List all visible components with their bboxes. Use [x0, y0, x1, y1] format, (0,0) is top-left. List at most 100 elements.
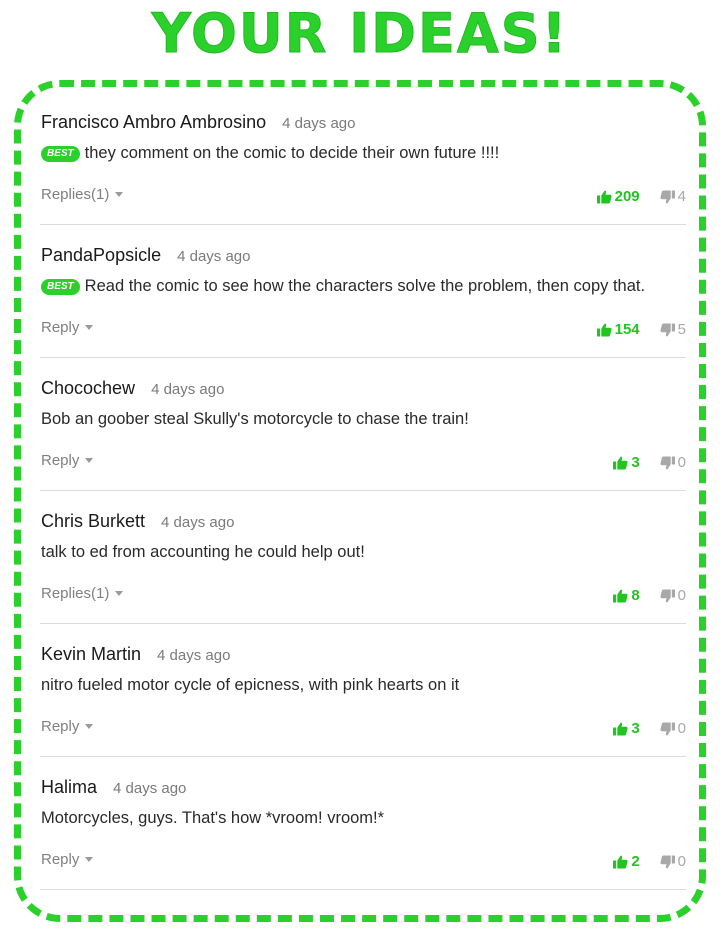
comment-text: they comment on the comic to decide thei…	[84, 144, 500, 162]
upvote-count: 209	[614, 188, 640, 205]
comment-item: PandaPopsicle 4 days ago BEST Read the c…	[40, 225, 686, 358]
comment-item: Kevin Martin 4 days ago nitro fueled mot…	[40, 624, 686, 757]
comment-author[interactable]: Francisco Ambro Ambrosino	[41, 112, 266, 133]
comment-text: nitro fueled motor cycle of epicness, wi…	[41, 676, 460, 694]
reply-label: Reply	[41, 452, 80, 469]
comment-header: Kevin Martin 4 days ago	[41, 644, 230, 665]
comment-body: BEST they comment on the comic to decide…	[41, 144, 499, 163]
comment-header: PandaPopsicle 4 days ago	[41, 245, 250, 266]
comment-timestamp: 4 days ago	[151, 381, 225, 398]
thumbs-up-icon	[613, 589, 628, 602]
upvote-count: 3	[631, 454, 640, 471]
comment-body: nitro fueled motor cycle of epicness, wi…	[41, 676, 459, 695]
reply-label: Reply	[41, 319, 80, 336]
chevron-down-icon	[85, 857, 94, 862]
comment-text: Bob an goober steal Skully's motorcycle …	[41, 410, 469, 428]
comment-author[interactable]: Kevin Martin	[41, 644, 141, 665]
chevron-down-icon	[85, 325, 94, 330]
reply-label: Replies(1)	[41, 585, 110, 602]
chevron-down-icon	[85, 458, 94, 463]
upvote-button[interactable]: 8	[613, 587, 640, 604]
reply-button[interactable]: Replies(1)	[41, 186, 124, 203]
upvote-button[interactable]: 2	[613, 853, 640, 870]
comment-author[interactable]: Chocochew	[41, 378, 135, 399]
reply-label: Replies(1)	[41, 186, 110, 203]
downvote-button[interactable]: 0	[660, 587, 686, 604]
downvote-button[interactable]: 0	[660, 720, 686, 737]
comment-text: Read the comic to see how the characters…	[84, 277, 646, 295]
comment-timestamp: 4 days ago	[282, 115, 356, 132]
downvote-button[interactable]: 4	[660, 188, 686, 205]
thumbs-up-icon	[596, 190, 612, 203]
thumbs-down-icon	[660, 456, 675, 469]
downvote-count: 0	[677, 853, 686, 870]
chevron-down-icon	[115, 591, 124, 596]
reply-label: Reply	[41, 851, 80, 868]
comment-timestamp: 4 days ago	[113, 780, 187, 797]
downvote-count: 0	[677, 587, 686, 604]
vote-controls: 209 4	[596, 188, 686, 205]
upvote-button[interactable]: 154	[596, 321, 640, 338]
comment-body: talk to ed from accounting he could help…	[41, 543, 365, 562]
vote-controls: 154 5	[596, 321, 686, 338]
reply-button[interactable]: Replies(1)	[41, 585, 124, 602]
comment-author[interactable]: Halima	[41, 777, 97, 798]
upvote-button[interactable]: 3	[613, 720, 640, 737]
comment-body: Motorcycles, guys. That's how *vroom! vr…	[41, 809, 384, 828]
comment-item: Francisco Ambro Ambrosino 4 days ago BES…	[40, 92, 686, 225]
upvote-count: 8	[631, 587, 640, 604]
comment-item: Chris Burkett 4 days ago talk to ed from…	[40, 491, 686, 624]
reply-button[interactable]: Reply	[41, 452, 94, 469]
upvote-button[interactable]: 3	[613, 454, 640, 471]
page-title: YOUR IDEAS!	[151, 2, 569, 66]
comment-header: Chocochew 4 days ago	[41, 378, 224, 399]
comment-item: Chocochew 4 days ago Bob an goober steal…	[40, 358, 686, 491]
comment-timestamp: 4 days ago	[157, 647, 231, 664]
comment-timestamp: 4 days ago	[161, 514, 235, 531]
comment-header: Chris Burkett 4 days ago	[41, 511, 234, 532]
downvote-count: 5	[677, 321, 686, 338]
thumbs-down-icon	[660, 323, 675, 336]
comment-header: Francisco Ambro Ambrosino 4 days ago	[41, 112, 355, 133]
thumbs-down-icon	[660, 190, 675, 203]
thumbs-up-icon	[596, 323, 612, 336]
downvote-count: 4	[677, 188, 686, 205]
comment-list: Francisco Ambro Ambrosino 4 days ago BES…	[40, 92, 686, 890]
downvote-count: 0	[677, 454, 686, 471]
comment-body: Bob an goober steal Skully's motorcycle …	[41, 410, 469, 429]
comment-item: Halima 4 days ago Motorcycles, guys. Tha…	[40, 757, 686, 890]
comment-body: BEST Read the comic to see how the chara…	[41, 277, 645, 296]
vote-controls: 3 0	[613, 454, 686, 471]
downvote-button[interactable]: 0	[660, 853, 686, 870]
reply-button[interactable]: Reply	[41, 718, 94, 735]
thumbs-down-icon	[660, 722, 675, 735]
comment-author[interactable]: PandaPopsicle	[41, 245, 161, 266]
thumbs-up-icon	[613, 722, 628, 735]
vote-controls: 3 0	[613, 720, 686, 737]
comment-text: talk to ed from accounting he could help…	[41, 543, 365, 561]
comment-header: Halima 4 days ago	[41, 777, 186, 798]
thumbs-down-icon	[660, 589, 675, 602]
thumbs-down-icon	[660, 855, 675, 868]
downvote-count: 0	[677, 720, 686, 737]
comment-timestamp: 4 days ago	[177, 248, 251, 265]
upvote-count: 3	[631, 720, 640, 737]
chevron-down-icon	[115, 192, 124, 197]
upvote-button[interactable]: 209	[596, 188, 640, 205]
chevron-down-icon	[85, 724, 94, 729]
reply-label: Reply	[41, 718, 80, 735]
vote-controls: 2 0	[613, 853, 686, 870]
comment-author[interactable]: Chris Burkett	[41, 511, 145, 532]
downvote-button[interactable]: 5	[660, 321, 686, 338]
downvote-button[interactable]: 0	[660, 454, 686, 471]
vote-controls: 8 0	[613, 587, 686, 604]
comment-text: Motorcycles, guys. That's how *vroom! vr…	[41, 809, 385, 827]
reply-button[interactable]: Reply	[41, 851, 94, 868]
thumbs-up-icon	[613, 456, 628, 469]
upvote-count: 154	[614, 321, 640, 338]
upvote-count: 2	[631, 853, 640, 870]
reply-button[interactable]: Reply	[41, 319, 94, 336]
thumbs-up-icon	[613, 855, 628, 868]
best-badge: BEST	[41, 278, 80, 295]
best-badge: BEST	[41, 145, 80, 162]
